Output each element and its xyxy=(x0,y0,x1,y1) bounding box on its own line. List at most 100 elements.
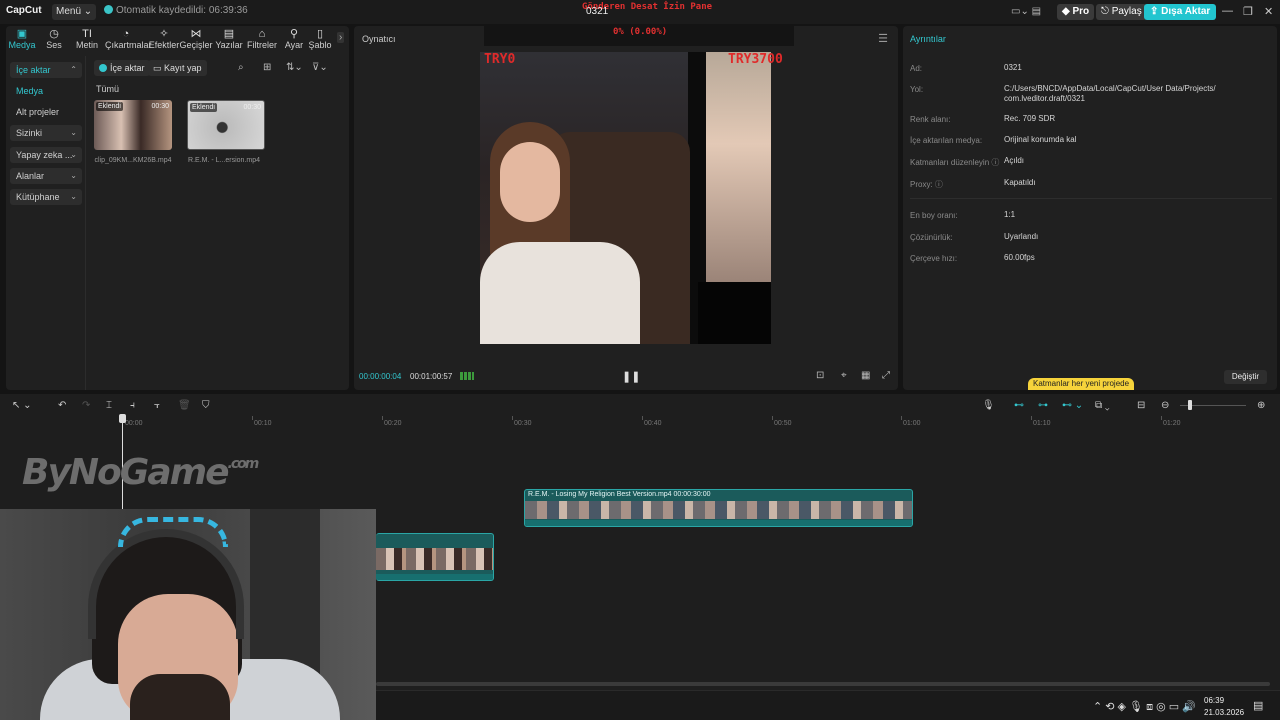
detail-label: Renk alanı: xyxy=(910,115,951,124)
ruler-tick: 00:10 xyxy=(252,416,272,427)
plus-icon xyxy=(99,64,107,72)
split-icon[interactable]: ⌶ xyxy=(106,400,112,411)
zoom-slider-handle[interactable] xyxy=(1188,400,1192,410)
sidebar-item-label: Kütüphane xyxy=(16,192,60,202)
detail-value: C:/Users/BNCD/AppData/Local/CapCut/User … xyxy=(1004,84,1216,103)
details-panel: Ayrıntılar Ad: 0321 Yol: C:/Users/BNCD/A… xyxy=(903,26,1277,390)
preview-axis-icon[interactable]: ⧉ ⌄ xyxy=(1095,400,1110,411)
watermark-logo: ByNoGame.com xyxy=(22,452,259,493)
record-button[interactable]: ▭ Kayıt yap xyxy=(148,60,207,76)
sidebar-item-spaces[interactable]: Alanlar ⌄ xyxy=(10,168,82,184)
menu-icon[interactable]: ☰ xyxy=(878,32,888,45)
crop-icon[interactable]: ⌖ xyxy=(841,370,847,381)
clock-date: 21.03.2026 xyxy=(1204,708,1245,717)
notification-icon[interactable]: ▤ xyxy=(1253,699,1263,712)
detail-value: Uyarlandı xyxy=(1004,232,1039,241)
change-button[interactable]: Değiştir xyxy=(1223,370,1267,384)
menu-button[interactable]: Menü ⌄ xyxy=(52,4,97,20)
trim-left-icon[interactable]: ⫞ xyxy=(130,400,135,411)
tab-text[interactable]: TI Metin xyxy=(67,28,107,50)
sidebar-item-ai[interactable]: Yapay zeka ... ⌄ xyxy=(10,147,82,163)
pause-button[interactable]: ❚❚ xyxy=(622,370,640,383)
tab-label: Ses xyxy=(46,40,62,50)
tab-templates[interactable]: ▯ Şablo xyxy=(304,28,336,50)
ruler-tick: 00:50 xyxy=(772,416,792,427)
sidebar-item-yours[interactable]: Sizinki ⌄ xyxy=(10,125,82,141)
search-icon[interactable]: ⌕ xyxy=(238,62,244,73)
sort-icon[interactable]: ⇅⌄ xyxy=(286,62,303,73)
timeline-clip-main[interactable]: R.E.M. - Losing My Religion Best Version… xyxy=(524,489,913,527)
fit-icon[interactable]: ⊟ xyxy=(1137,400,1145,411)
ruler-tick: 00:20 xyxy=(382,416,402,427)
share-button[interactable]: ⎋ Paylaş xyxy=(1096,4,1147,20)
media-sidebar: İçe aktar ⌃ Medya Alt projeler Sizinki ⌄ Y… xyxy=(6,56,86,390)
detail-value: Rec. 709 SDR xyxy=(1004,114,1056,123)
media-thumbnail[interactable]: Eklendi 00:30 xyxy=(94,100,172,150)
overlay-right-text: TRY3700 xyxy=(728,52,783,67)
ruler-tick: 00:40 xyxy=(642,416,662,427)
snap-icon[interactable]: ⊷ ⌄ xyxy=(1062,400,1083,411)
trim-right-icon[interactable]: ⫟ xyxy=(154,400,160,411)
tab-label: Ayar xyxy=(284,40,304,50)
stream-percent: 0% (0.00%) xyxy=(613,27,668,37)
record-label: Kayıt yap xyxy=(164,63,202,73)
filter-icon[interactable]: ⊽⌄ xyxy=(312,62,328,73)
all-media-label: Tümü xyxy=(96,84,120,94)
detail-label: Yol: xyxy=(910,85,924,94)
beard-shape xyxy=(130,674,230,720)
clip-audio-wave xyxy=(525,520,912,526)
pro-label: Pro xyxy=(1072,6,1090,17)
tab-label: Yazılar xyxy=(215,40,243,50)
tab-stickers[interactable]: ◔ Çıkartmalar xyxy=(105,28,152,50)
undo-icon[interactable]: ↶ xyxy=(58,400,66,411)
shield-icon[interactable]: ⛉ xyxy=(202,400,210,411)
minimize-icon[interactable]: — xyxy=(1222,5,1233,17)
safe-area-icon[interactable]: ⊡ xyxy=(816,370,824,381)
fullscreen-icon[interactable]: ⤢ xyxy=(882,370,890,381)
audio-meter xyxy=(460,372,474,380)
link-icon[interactable]: ⊷ xyxy=(1014,400,1024,411)
detail-value: Orijinal konumda kal xyxy=(1004,135,1077,144)
video-preview[interactable]: TRY0 TRY3700 xyxy=(480,52,783,344)
timeline-clip-secondary[interactable] xyxy=(376,533,494,581)
ratio-icon[interactable]: ▦ xyxy=(861,370,870,381)
zoom-out-icon[interactable]: ⊖ xyxy=(1161,400,1169,411)
import-label: İçe aktar xyxy=(110,63,145,73)
import-button[interactable]: İçe aktar xyxy=(94,60,150,76)
sidebar-item-import[interactable]: İçe aktar ⌃ xyxy=(10,62,82,78)
chevron-down-icon: ⌄ xyxy=(70,192,77,201)
close-icon[interactable]: ✕ xyxy=(1264,5,1273,18)
sidebar-item-subprojects[interactable]: Alt projeler xyxy=(10,104,82,120)
clip-thumbnails xyxy=(525,501,912,519)
export-button[interactable]: ⇪ Dışa Aktar xyxy=(1144,4,1217,20)
timeline-scrollbar[interactable] xyxy=(376,682,1270,686)
magnet-icon[interactable]: ⊶ xyxy=(1038,400,1048,411)
sidebar-item-label: Sizinki xyxy=(16,128,43,138)
media-filename: R.E.M. - L...ersion.mp4 xyxy=(188,157,260,164)
layout-icon[interactable]: ▭⌄ ▤ xyxy=(1011,6,1041,17)
microphone-icon[interactable]: 🎙 xyxy=(982,400,995,411)
face-shape xyxy=(500,142,560,222)
detail-value: 0321 xyxy=(1004,63,1022,72)
maximize-icon[interactable]: ❐ xyxy=(1243,5,1253,18)
sidebar-item-library[interactable]: Kütüphane ⌄ xyxy=(10,189,82,205)
detail-value: Açıldı xyxy=(1004,156,1025,165)
export-label: Dışa Aktar xyxy=(1161,6,1211,17)
chevron-down-icon: ⌄ xyxy=(70,171,77,180)
chevron-right-icon[interactable]: › xyxy=(337,32,345,43)
ruler-tick: 00:30 xyxy=(512,416,532,427)
detail-value: Kapatıldı xyxy=(1004,178,1036,187)
detail-label: Çerçeve hızı: xyxy=(910,254,958,263)
tab-label: Geçişler xyxy=(179,40,213,50)
zoom-in-icon[interactable]: ⊕ xyxy=(1257,400,1265,411)
tray-icons[interactable]: ⌃ ⟲ ◈ 🎙 ⧈ ◎ ▭ 🔊 xyxy=(1093,700,1196,714)
delete-icon[interactable]: 🗑 xyxy=(178,400,191,411)
current-time: 00:00:00:04 xyxy=(359,372,402,381)
ruler-tick: 01:20 xyxy=(1161,416,1181,427)
grid-view-icon[interactable]: ⊞ xyxy=(263,62,271,73)
sidebar-item-media[interactable]: Medya xyxy=(10,83,82,99)
redo-icon[interactable]: ↷ xyxy=(82,400,90,411)
media-thumbnail[interactable]: Eklendi 00:30 xyxy=(187,100,265,150)
pro-button[interactable]: ◆ Pro xyxy=(1057,4,1095,20)
select-tool-icon[interactable]: ↖ ⌄ xyxy=(12,400,32,411)
